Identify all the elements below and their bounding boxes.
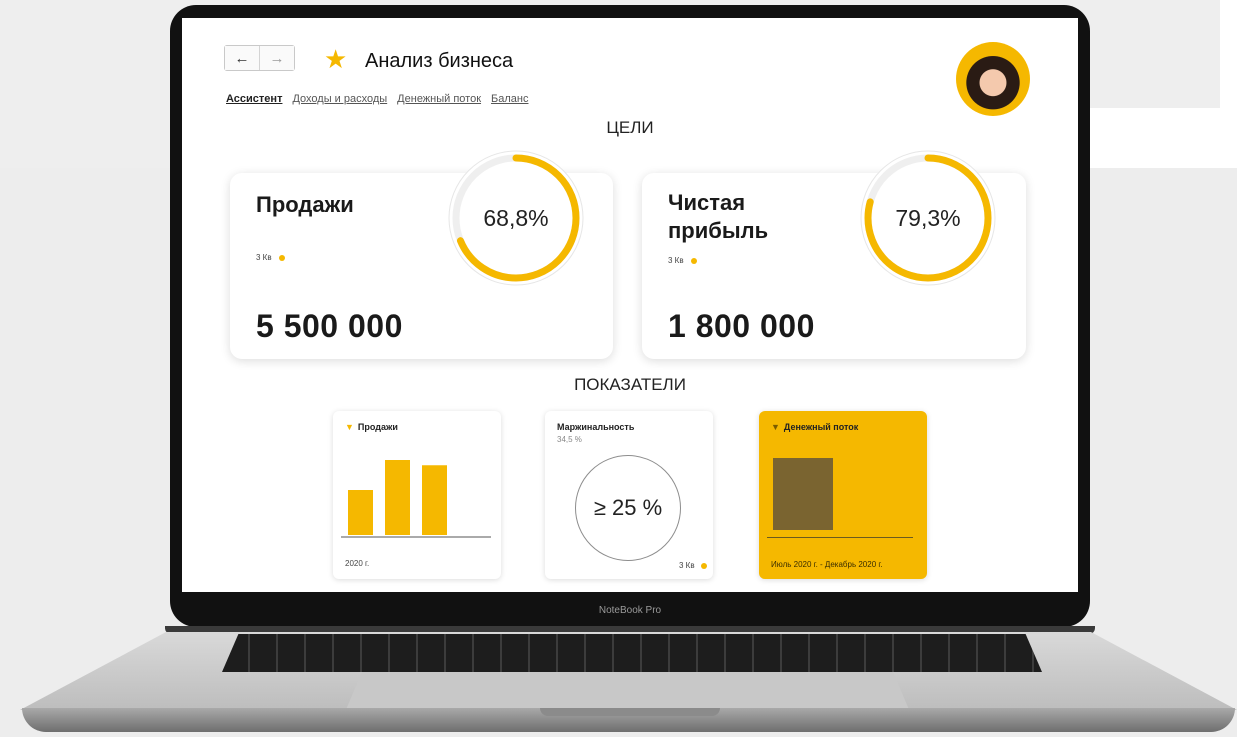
arrow-left-icon: ←	[234, 49, 250, 67]
tab-income-expenses[interactable]: Доходы и расходы	[292, 93, 387, 105]
goal-title: Продажи	[256, 191, 354, 219]
progress-percent: 68,8%	[483, 204, 549, 231]
margin-period-label: 3 Кв	[679, 561, 695, 570]
device-label: NoteBook Pro	[598, 605, 662, 616]
goal-period: 3 Кв	[668, 256, 697, 265]
history-nav: ← →	[224, 45, 295, 71]
user-avatar[interactable]	[956, 42, 1030, 116]
goal-value: 5 500 000	[256, 308, 403, 344]
kpi-title: Маржинальность	[557, 422, 634, 432]
status-dot-icon	[700, 562, 707, 569]
tab-assistant[interactable]: Ассистент	[226, 93, 282, 105]
background-band	[0, 108, 172, 168]
margin-current-value: 34,5 %	[557, 435, 582, 444]
goal-period: 3 Кв	[256, 253, 285, 262]
kpi-title: ▼ Денежный поток	[771, 422, 858, 432]
laptop-trackpad	[345, 672, 910, 712]
kpi-card-cash-flow[interactable]: ▼ Денежный поток Июль 2020 г. - Декабрь …	[759, 411, 927, 579]
goal-value: 1 800 000	[668, 308, 815, 344]
forward-button[interactable]: →	[259, 46, 294, 70]
app-screen: ← → ★ Анализ бизнеса Ассистент Доходы и …	[182, 18, 1078, 592]
progress-percent: 79,3%	[895, 204, 961, 231]
goal-title: Чистая прибыль	[668, 189, 768, 244]
margin-target-circle: ≥ 25 %	[575, 455, 681, 561]
goal-title-line: Чистая	[668, 190, 746, 215]
favorite-star-icon[interactable]: ★	[324, 46, 347, 72]
tab-balance[interactable]: Баланс	[491, 93, 528, 105]
sales-bar	[385, 460, 410, 535]
goal-title-line: Продажи	[256, 192, 354, 217]
laptop-notch	[540, 708, 720, 716]
sales-bar	[422, 465, 447, 535]
page-title: Анализ бизнеса	[365, 50, 514, 72]
margin-period: 3 Кв	[679, 561, 707, 570]
goal-title-line: прибыль	[668, 217, 769, 243]
cash-flow-block	[773, 458, 833, 530]
goals-heading: ЦЕЛИ	[606, 118, 654, 137]
progress-ring-sales: 68,8%	[446, 148, 586, 288]
back-button[interactable]: ←	[225, 46, 259, 70]
tab-bar: Ассистент Доходы и расходы Денежный пото…	[226, 93, 528, 105]
kpi-title-label: Маржинальность	[557, 422, 635, 432]
kpi-title-label: Денежный поток	[783, 422, 859, 432]
goal-period-label: 3 Кв	[256, 253, 272, 262]
kpi-card-sales[interactable]: ▼ Продажи 2020 г.	[333, 411, 501, 579]
chart-baseline	[767, 537, 913, 538]
filter-triangle-icon: ▼	[771, 422, 780, 432]
status-dot-icon	[690, 257, 697, 264]
laptop-keyboard	[222, 634, 1042, 672]
arrow-right-icon: →	[269, 49, 285, 67]
status-dot-icon	[278, 254, 285, 261]
sales-bar	[348, 490, 373, 535]
kpi-card-margin[interactable]: Маржинальность 34,5 % ≥ 25 % 3 Кв	[545, 411, 713, 579]
sales-year-label: 2020 г.	[345, 559, 370, 568]
goal-period-label: 3 Кв	[668, 256, 684, 265]
cash-flow-period: Июль 2020 г. - Декабрь 2020 г.	[771, 560, 883, 569]
sales-bar-chart	[341, 460, 491, 538]
margin-target-value: ≥ 25 %	[593, 495, 663, 520]
progress-ring-profit: 79,3%	[858, 148, 998, 288]
tab-cash-flow[interactable]: Денежный поток	[397, 93, 481, 105]
indicators-heading: ПОКАЗАТЕЛИ	[574, 375, 686, 394]
